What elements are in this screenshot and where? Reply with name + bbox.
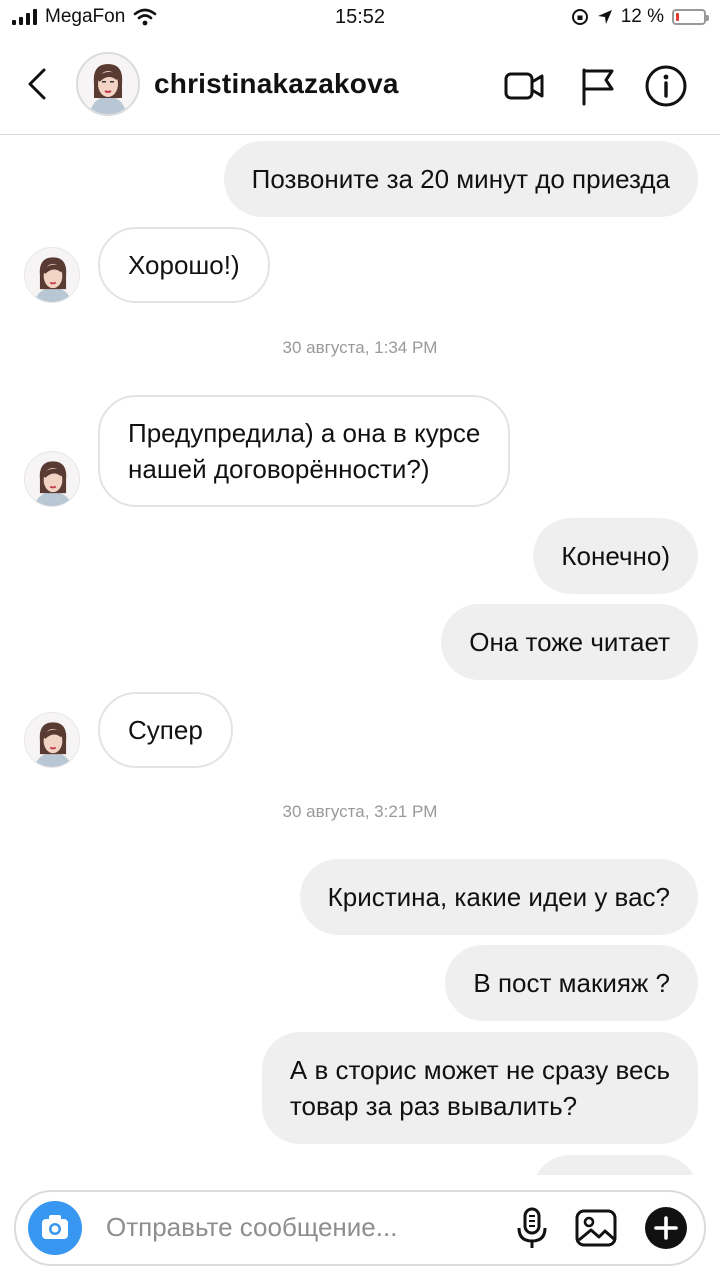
avatar-illustration	[78, 54, 138, 114]
message-text: Позвоните за 20 минут до приезда	[251, 164, 670, 194]
flag-icon[interactable]	[576, 64, 620, 108]
video-call-icon[interactable]	[502, 64, 546, 108]
avatar-illustration	[25, 248, 79, 302]
battery-level	[676, 13, 679, 21]
timestamp: 30 августа, 3:21 PM	[282, 802, 438, 821]
avatar-illustration	[25, 452, 79, 506]
gallery-icon[interactable]	[572, 1204, 620, 1252]
battery-percent: 12 %	[620, 6, 664, 27]
orientation-lock-icon	[571, 9, 588, 25]
message-bubble-incoming[interactable]: Предупредила) а она в курсе нашей догово…	[98, 395, 511, 507]
message-text: Конечно)	[561, 541, 670, 571]
message-text-line: Предупредила) а она в курсе	[128, 418, 481, 448]
message-composer: Отправьте сообщение...	[14, 1190, 706, 1266]
timestamp: 30 августа, 1:34 PM	[282, 338, 438, 357]
status-right: 12 %	[571, 6, 709, 28]
sender-avatar[interactable]	[24, 247, 80, 303]
message-bubble-partial[interactable]	[532, 1155, 698, 1175]
message-text-line: товар за раз вывалить?	[289, 1091, 578, 1121]
message-bubble-outgoing[interactable]: В пост макияж ?	[445, 945, 698, 1021]
microphone-icon[interactable]	[508, 1204, 556, 1252]
location-icon	[597, 10, 612, 24]
sender-avatar[interactable]	[24, 451, 80, 507]
chat-username[interactable]: christinakazakova	[154, 68, 399, 100]
message-bubble-outgoing[interactable]: Позвоните за 20 минут до приезда	[223, 141, 698, 217]
message-bubble-incoming[interactable]: Хорошо!)	[98, 227, 270, 303]
chat-header: christinakazakova	[0, 36, 720, 135]
info-icon[interactable]	[644, 64, 688, 108]
message-text: Кристина, какие идеи у вас?	[327, 882, 670, 912]
sender-avatar[interactable]	[24, 712, 80, 768]
camera-button[interactable]	[28, 1201, 82, 1255]
message-bubble-outgoing[interactable]: Она тоже читает	[441, 604, 698, 680]
message-text-line: А в сторис может не сразу весь	[289, 1055, 670, 1085]
message-bubble-incoming[interactable]: Супер	[98, 692, 233, 768]
message-text: Она тоже читает	[469, 627, 670, 657]
message-text: Супер	[128, 715, 203, 745]
camera-icon	[42, 1215, 68, 1239]
message-feed[interactable]: Позвоните за 20 минут до приезда Хорошо!…	[0, 135, 720, 1175]
message-bubble-outgoing[interactable]: Конечно)	[533, 518, 698, 594]
profile-avatar[interactable]	[76, 52, 140, 116]
message-text: Хорошо!)	[128, 250, 240, 280]
avatar-illustration	[25, 713, 79, 767]
message-input[interactable]: Отправьте сообщение...	[106, 1212, 397, 1243]
status-bar: MegaFon 15:52 12 %	[0, 0, 720, 36]
plus-icon[interactable]	[642, 1204, 690, 1252]
back-chevron-icon[interactable]	[24, 66, 54, 102]
message-bubble-outgoing[interactable]: А в сторис может не сразу весь товар за …	[261, 1032, 698, 1144]
battery-icon	[672, 9, 709, 25]
message-text: В пост макияж ?	[473, 968, 670, 998]
message-text-line: нашей договорённости?)	[128, 454, 430, 484]
message-bubble-outgoing[interactable]: Кристина, какие идеи у вас?	[299, 859, 698, 935]
